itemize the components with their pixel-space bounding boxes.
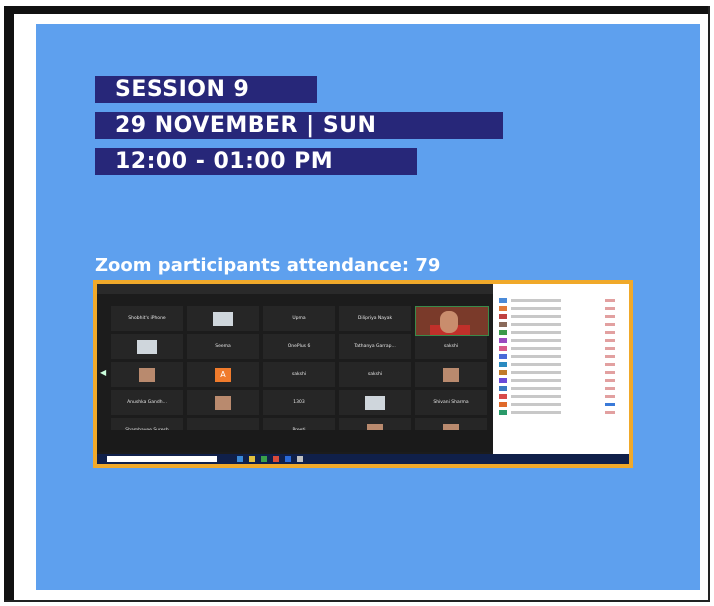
frame-top-edge [4, 6, 710, 14]
taskbar-app-icon [297, 456, 303, 462]
participant-row [499, 330, 623, 335]
participant-image [139, 367, 155, 382]
participant-name: Shivani Sharma [433, 400, 469, 405]
session-banner: SESSION 9 [95, 76, 317, 103]
participant-tile: Shivani Sharma [415, 390, 487, 415]
participant-name: Dilipriya Nayak [357, 316, 393, 321]
taskbar-app-icon [237, 456, 243, 462]
participant-row [499, 378, 623, 383]
date-banner: 29 NOVEMBER | SUN [95, 112, 503, 139]
taskbar-search [107, 456, 217, 462]
participant-row [499, 322, 623, 327]
participants-panel [493, 284, 629, 460]
participant-image [443, 367, 459, 382]
frame-left-edge [4, 6, 14, 602]
active-speaker-video [415, 306, 489, 336]
participant-tile: sakshi [415, 334, 487, 359]
participant-row [499, 338, 623, 343]
participant-tile: sakshi [263, 362, 335, 387]
zoom-toolbar [97, 430, 493, 452]
participant-image [137, 339, 157, 354]
prev-page-icon: ◀ [100, 368, 107, 377]
participant-name: sakshi [291, 372, 307, 377]
participant-row [499, 298, 623, 303]
participant-name: Tathanya Garrap... [354, 344, 396, 349]
participant-tile: Shobhit's iPhone [111, 306, 183, 331]
participant-name: Shobhit's iPhone [128, 316, 166, 321]
participant-tile: Anushka Gandh... [111, 390, 183, 415]
participant-row [499, 306, 623, 311]
frame-right-edge [708, 6, 710, 602]
zoom-window: ◀ ▶ Shobhit's iPhone Upma Dilipriya Naya… [97, 284, 629, 464]
participant-name: 1303 [293, 400, 305, 405]
taskbar-app-icon [261, 456, 267, 462]
participant-name: sakshi [367, 372, 383, 377]
participant-image [213, 311, 233, 326]
participant-name: sakshi [443, 344, 459, 349]
participant-row [499, 402, 623, 407]
taskbar-app-icon [273, 456, 279, 462]
participant-row [499, 362, 623, 367]
participant-name: Upma [292, 316, 306, 321]
speaker-head [440, 311, 458, 333]
participant-tile [339, 390, 411, 415]
participant-tile: OnePlus 6 [263, 334, 335, 359]
participant-tile [111, 362, 183, 387]
taskbar-app-icon [249, 456, 255, 462]
participant-tile [187, 390, 259, 415]
time-banner: 12:00 - 01:00 PM [95, 148, 417, 175]
participant-row [499, 386, 623, 391]
participant-row [499, 346, 623, 351]
participant-name: Seema [215, 344, 231, 349]
participant-name: Anushka Gandh... [127, 400, 167, 405]
participant-tile [187, 306, 259, 331]
attendance-caption: Zoom participants attendance: 79 [95, 255, 441, 276]
participant-row [499, 394, 623, 399]
participant-row [499, 410, 623, 415]
participant-row [499, 354, 623, 359]
participant-tile [415, 362, 487, 387]
participant-row [499, 314, 623, 319]
participant-image [365, 395, 385, 410]
participant-tile: sakshi [339, 362, 411, 387]
zoom-screenshot: ◀ ▶ Shobhit's iPhone Upma Dilipriya Naya… [93, 280, 633, 468]
participant-tile [111, 334, 183, 359]
participant-tile: 1303 [263, 390, 335, 415]
taskbar-app-icon [285, 456, 291, 462]
participant-tile: Seema [187, 334, 259, 359]
participant-tile: Tathanya Garrap... [339, 334, 411, 359]
participant-row [499, 370, 623, 375]
participant-tile: Dilipriya Nayak [339, 306, 411, 331]
frame-bottom-edge [4, 600, 710, 602]
participant-tile: A [187, 362, 259, 387]
participant-image [215, 395, 231, 410]
windows-taskbar [97, 454, 629, 464]
participant-tile: Upma [263, 306, 335, 331]
avatar: A [215, 367, 231, 382]
participant-name: OnePlus 6 [287, 344, 311, 349]
